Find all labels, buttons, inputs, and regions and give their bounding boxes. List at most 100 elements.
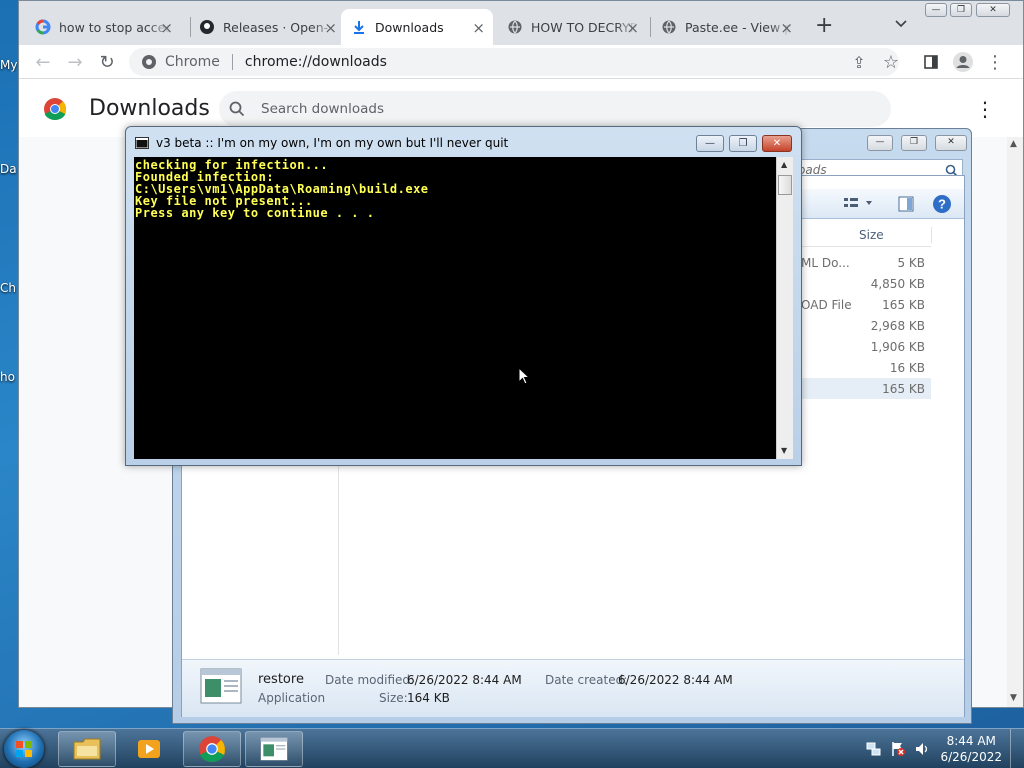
file-row[interactable]: 2,968 KB bbox=[799, 315, 931, 336]
download-icon bbox=[351, 19, 367, 35]
profile-avatar-icon[interactable] bbox=[951, 50, 975, 74]
side-panel-icon[interactable] bbox=[919, 50, 943, 74]
file-size: 165 KB bbox=[882, 298, 925, 312]
console-title: v3 beta :: I'm on my own, I'm on my own … bbox=[156, 136, 509, 150]
tab-releases[interactable]: Releases · Open- × bbox=[189, 9, 345, 45]
close-icon[interactable]: × bbox=[160, 19, 173, 37]
chrome-logo-icon bbox=[43, 97, 67, 124]
file-row[interactable]: OAD File 165 KB bbox=[799, 294, 931, 315]
start-button[interactable] bbox=[4, 730, 44, 768]
system-clock[interactable]: 8:44 AM 6/26/2022 bbox=[940, 733, 1002, 765]
desktop-icon-label[interactable]: Da bbox=[0, 162, 18, 176]
file-row[interactable]: ML Do... 5 KB bbox=[799, 252, 931, 273]
taskbar-chrome-button[interactable] bbox=[183, 731, 241, 767]
minimize-button[interactable]: — bbox=[696, 135, 724, 152]
forward-button[interactable]: → bbox=[63, 50, 87, 74]
tab-downloads[interactable]: Downloads × bbox=[341, 9, 493, 45]
navigation-pane[interactable] bbox=[182, 465, 339, 655]
tab-paste-ee[interactable]: Paste.ee - View p × bbox=[651, 9, 801, 45]
file-type: OAD File bbox=[801, 298, 852, 312]
network-icon[interactable] bbox=[866, 741, 882, 757]
address-bar[interactable]: Chrome chrome://downloads bbox=[129, 48, 899, 76]
tab-label: how to stop access bbox=[59, 19, 171, 35]
scroll-up-icon[interactable]: ▲ bbox=[1010, 139, 1017, 149]
tab-search-icon[interactable] bbox=[895, 17, 907, 31]
file-row[interactable]: 1,906 KB bbox=[799, 336, 931, 357]
tab-how-to-decrypt[interactable]: HOW TO DECRYPT × bbox=[497, 9, 647, 45]
date-created-label: Date created: bbox=[545, 673, 628, 687]
close-window-button[interactable]: ✕ bbox=[935, 135, 967, 151]
desktop-icon-label[interactable]: Ch bbox=[0, 281, 18, 295]
close-window-button[interactable]: ✕ bbox=[762, 135, 792, 152]
browser-toolbar: ← → ↻ Chrome chrome://downloads ⇪ ☆ ⋮ bbox=[19, 45, 1023, 79]
tab-label: Paste.ee - View p bbox=[685, 19, 791, 35]
close-icon[interactable]: × bbox=[472, 19, 485, 37]
date-created-value: 6/26/2022 8:44 AM bbox=[618, 673, 733, 687]
taskbar-media-player-button[interactable] bbox=[120, 731, 178, 767]
close-window-button[interactable]: ✕ bbox=[976, 3, 1010, 17]
file-row[interactable]: 4,850 KB bbox=[799, 273, 931, 294]
page-scrollbar[interactable]: ▲ ▼ bbox=[1007, 137, 1023, 707]
console-window: v3 beta :: I'm on my own, I'm on my own … bbox=[125, 126, 802, 466]
search-icon bbox=[229, 101, 245, 117]
size-label: Size: bbox=[379, 691, 408, 705]
details-pane: restore Application Date modified: 6/26/… bbox=[182, 659, 964, 717]
file-row[interactable]: 16 KB bbox=[799, 357, 931, 378]
tab-google-search[interactable]: how to stop access × bbox=[25, 9, 181, 45]
more-actions-icon[interactable]: ⋮ bbox=[975, 97, 995, 121]
console-scrollbar[interactable]: ▲ ▼ bbox=[776, 157, 793, 459]
application-icon bbox=[200, 668, 242, 707]
view-options-icon[interactable] bbox=[844, 196, 874, 213]
chrome-icon bbox=[199, 736, 225, 762]
folder-icon bbox=[73, 738, 101, 760]
scroll-down-icon[interactable]: ▼ bbox=[781, 446, 787, 455]
taskbar: 8:44 AM 6/26/2022 bbox=[0, 728, 1024, 768]
file-size: 16 KB bbox=[889, 361, 925, 375]
back-button[interactable]: ← bbox=[31, 50, 55, 74]
mouse-cursor-icon bbox=[518, 367, 530, 385]
help-icon[interactable]: ? bbox=[932, 194, 952, 217]
menu-kebab-icon[interactable]: ⋮ bbox=[983, 50, 1007, 74]
google-g-icon bbox=[35, 19, 51, 35]
file-size: 2,968 KB bbox=[870, 319, 925, 333]
file-row-selected[interactable]: 165 KB bbox=[799, 378, 931, 399]
file-type: Application bbox=[258, 691, 326, 705]
bookmark-star-icon[interactable]: ☆ bbox=[879, 50, 903, 74]
globe-icon bbox=[661, 19, 677, 35]
restore-button[interactable]: ❐ bbox=[950, 3, 972, 17]
scroll-up-icon[interactable]: ▲ bbox=[781, 160, 787, 169]
size-value: 164 KB bbox=[407, 691, 450, 705]
maximize-button[interactable]: ❐ bbox=[901, 135, 927, 151]
close-icon[interactable]: × bbox=[780, 19, 793, 37]
column-divider bbox=[931, 227, 932, 243]
console-line: Press any key to continue . . . bbox=[135, 206, 375, 220]
show-desktop-button[interactable] bbox=[1010, 729, 1024, 768]
taskbar-restore-app-button[interactable] bbox=[245, 731, 303, 767]
close-icon[interactable]: × bbox=[626, 19, 639, 37]
minimize-button[interactable]: — bbox=[925, 3, 947, 17]
desktop-icon-label[interactable]: My bbox=[0, 58, 18, 72]
scroll-down-icon[interactable]: ▼ bbox=[1010, 693, 1017, 703]
scroll-thumb[interactable] bbox=[778, 175, 792, 195]
tab-label: Releases · Open- bbox=[223, 19, 329, 35]
application-icon bbox=[260, 737, 288, 761]
url-text[interactable]: chrome://downloads bbox=[245, 54, 387, 70]
minimize-button[interactable]: — bbox=[867, 135, 893, 151]
column-header-size[interactable]: Size bbox=[797, 225, 932, 247]
maximize-button[interactable]: ❐ bbox=[729, 135, 757, 152]
desktop-icon-label[interactable]: ho bbox=[0, 370, 18, 384]
close-icon[interactable]: × bbox=[324, 19, 337, 37]
date-modified-value: 6/26/2022 8:44 AM bbox=[407, 673, 522, 687]
console-output[interactable]: checking for infection... Founded infect… bbox=[134, 157, 776, 459]
globe-icon bbox=[507, 19, 523, 35]
reload-button[interactable]: ↻ bbox=[95, 50, 119, 74]
preview-pane-icon[interactable] bbox=[898, 196, 914, 215]
action-center-warning-icon[interactable] bbox=[890, 741, 906, 757]
volume-icon[interactable] bbox=[914, 741, 930, 757]
search-downloads-input[interactable]: Search downloads bbox=[219, 91, 891, 127]
clock-date: 6/26/2022 bbox=[940, 750, 1002, 764]
share-icon[interactable]: ⇪ bbox=[847, 50, 871, 74]
search-placeholder: Search downloads bbox=[261, 101, 384, 117]
taskbar-explorer-button[interactable] bbox=[58, 731, 116, 767]
new-tab-button[interactable]: + bbox=[815, 13, 833, 38]
